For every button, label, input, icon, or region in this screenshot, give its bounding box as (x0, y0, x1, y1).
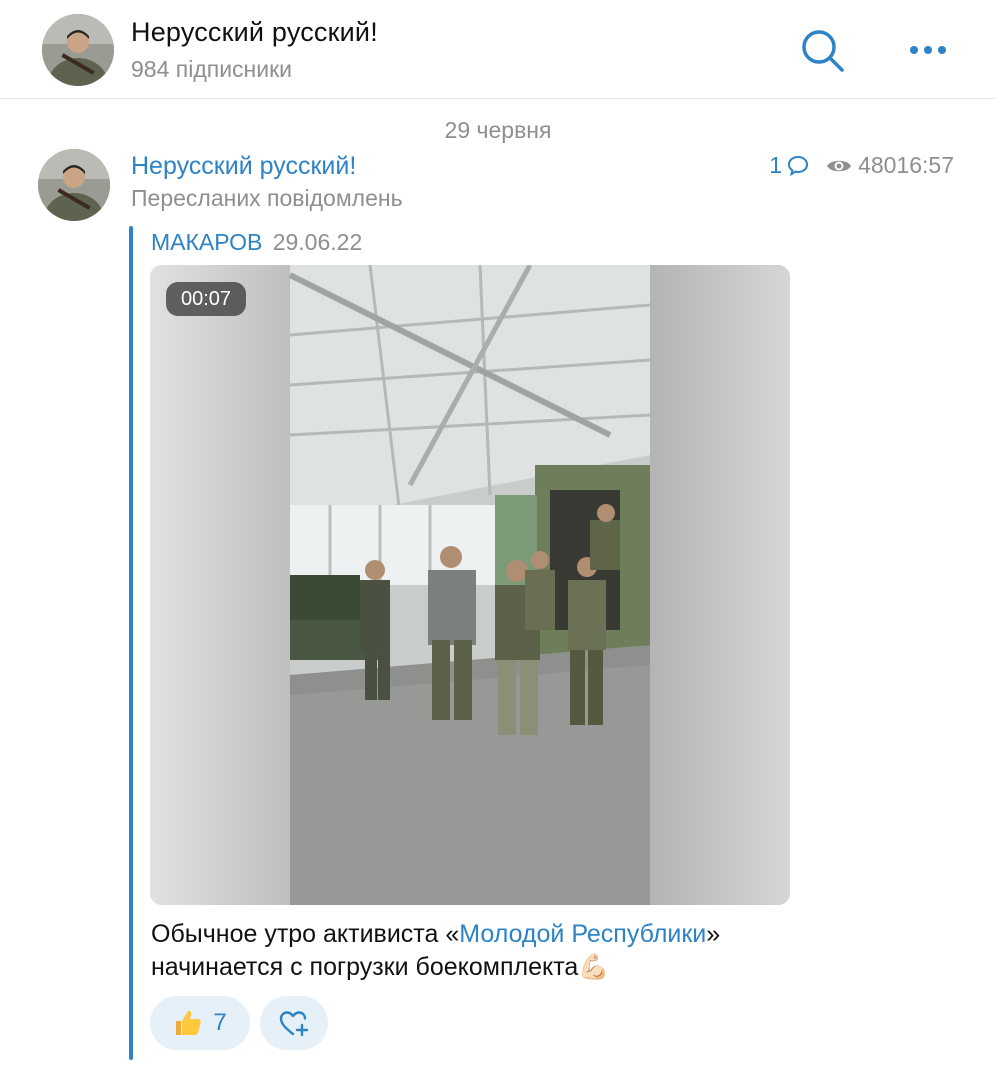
comment-bubble-icon (788, 155, 809, 176)
post-author-avatar[interactable] (38, 149, 110, 221)
post-author-name[interactable]: Нерусский русский! (131, 152, 356, 181)
view-count: 480 (858, 152, 897, 178)
channel-avatar[interactable] (42, 14, 114, 86)
thumbs-up-icon (176, 1010, 201, 1035)
comments-button[interactable]: 1 (769, 152, 810, 179)
forwarded-from: МАКАРОВ 29.06.22 (151, 229, 362, 256)
caption-link[interactable]: Молодой Республики (459, 920, 706, 948)
date-separator: 29 червня (444, 117, 552, 143)
forward-quote-bar (129, 226, 133, 1060)
search-button[interactable] (800, 28, 846, 74)
more-icon (910, 46, 946, 54)
post-meta: 1 480 16:57 (769, 152, 954, 179)
add-reaction-button[interactable] (260, 996, 328, 1050)
reaction-like-button[interactable]: 7 (150, 996, 250, 1050)
more-button[interactable] (904, 34, 952, 66)
caption-text-end: » (706, 920, 721, 948)
reaction-like-count: 7 (213, 1009, 227, 1036)
channel-header: Нерусский русский! 984 підписники (0, 0, 996, 99)
channel-title[interactable]: Нерусский русский! (131, 17, 378, 48)
eye-icon (827, 160, 852, 171)
video-duration-badge: 00:07 (166, 282, 246, 316)
video-player[interactable] (150, 265, 790, 905)
subscriber-count: 984 підписники (131, 56, 293, 82)
forwarded-from-name[interactable]: МАКАРОВ (151, 229, 262, 255)
flexed-biceps-emoji: 💪🏻 (578, 953, 610, 981)
comment-count: 1 (769, 152, 783, 178)
add-reaction-heart-icon (279, 1011, 309, 1037)
post-time: 16:57 (896, 152, 954, 178)
caption-line-2: начинается с погрузки боекомплекта (151, 953, 579, 981)
forwarded-date: 29.06.22 (272, 229, 363, 255)
post-subtitle: Пересланих повідомлень (131, 185, 403, 211)
post-caption: Обычное утро активиста «Молодой Республи… (151, 918, 831, 984)
search-icon (802, 30, 844, 72)
caption-text-start: Обычное утро активиста « (151, 920, 460, 948)
